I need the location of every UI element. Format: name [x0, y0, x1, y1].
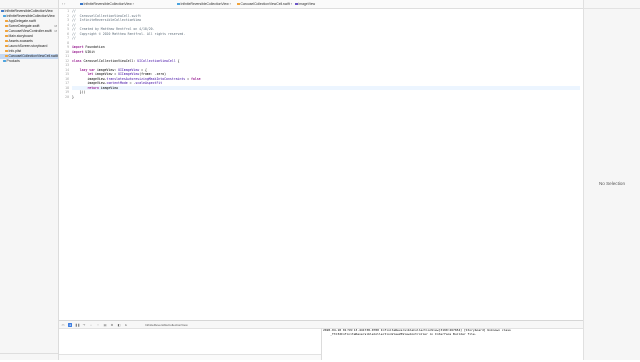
line-number: 20: [65, 94, 69, 99]
navigator-item-label: InfiniteReversibleCollectionView: [6, 14, 55, 18]
code-token: //: [72, 22, 76, 27]
swift-file-icon: [5, 29, 8, 33]
code-token: contentMode: [106, 81, 128, 85]
code-token: imageView:: [95, 67, 119, 72]
source-editor[interactable]: 1 2 3 4 5 6 7 8 9 10 11 12 13 14 15 16 17 18 19 20 //// Car…: [59, 9, 583, 320]
environment-overrides-icon[interactable]: ◧: [117, 323, 121, 327]
code-token: imageView.: [72, 76, 107, 81]
code-token: //: [72, 36, 76, 40]
code-token: UIImageView: [118, 72, 140, 76]
code-token: }(): [72, 90, 86, 94]
code-token: UIImageView: [118, 67, 140, 72]
variables-filter-bar[interactable]: [59, 354, 321, 360]
breakpoints-toggle-icon[interactable]: ➔: [68, 322, 72, 327]
step-in-icon[interactable]: ↓: [89, 323, 93, 327]
step-out-icon[interactable]: ↑: [96, 323, 100, 327]
code-token: // InfiniteReversibleCollectionView: [72, 18, 142, 22]
swift-file-icon: [5, 54, 8, 58]
pause-icon[interactable]: ❚❚: [75, 323, 80, 327]
code-token: // CarouselCollectionViewCell.swift: [72, 13, 142, 18]
code-token: UIKit: [83, 49, 96, 54]
code-token: return: [87, 85, 99, 90]
inspector-pane: No Selection: [584, 0, 640, 360]
code-token: UICollectionViewCell: [137, 58, 176, 63]
navigator-item-label: Main.storyboard: [8, 34, 33, 38]
code-line[interactable]: }: [72, 95, 580, 100]
navigator-item-label: Assets.xcassets: [8, 39, 33, 43]
breadcrumb-label: InfiniteReversibleCollectionView ›: [180, 2, 231, 6]
memory-graph-icon[interactable]: ⚙: [110, 323, 114, 327]
debug-target-label: InfiniteReversibleCollectionView: [145, 322, 188, 327]
navigator-item-label: CarouselCollectionViewCell.swift: [8, 54, 58, 58]
inspector-toolbar: [584, 0, 640, 9]
property-icon: [295, 2, 298, 6]
code-token: scaleAspectFit: [135, 81, 163, 85]
navigator-file-list: InfiniteReversibleCollectionView Infinite…: [0, 9, 58, 64]
step-over-icon[interactable]: ↷: [82, 323, 86, 327]
project-icon: [80, 2, 83, 6]
no-selection-label: No Selection: [598, 181, 626, 186]
code-token: Foundation: [83, 45, 105, 49]
view-hierarchy-icon[interactable]: ▤: [103, 323, 107, 327]
code-token: (frame: .zero): [139, 72, 167, 76]
navigator-item-label: Products: [6, 59, 20, 63]
project-navigator: InfiniteReversibleCollectionView Infinite…: [0, 0, 59, 360]
navigator-item-label: CarouselViewController.swift: [8, 29, 52, 33]
code-token: CarouselCollectionViewCell:: [81, 58, 138, 63]
storyboard-icon: [5, 44, 8, 48]
code-token: }: [72, 94, 74, 99]
navigator-item-label: Info.plist: [8, 49, 22, 53]
swift-file-icon: [5, 19, 8, 23]
code-token: {: [175, 58, 180, 63]
navigator-item-label: AppDelegate.swift: [8, 19, 36, 23]
breadcrumb-item[interactable]: CarouselCollectionViewCell.swift ›: [237, 2, 292, 6]
code-token: imageView: [98, 85, 119, 90]
code-area[interactable]: //// CarouselCollectionViewCell.swift// …: [72, 9, 580, 99]
code-token: translatesAutoresizingMaskIntoConstraint…: [106, 76, 186, 81]
code-token: class: [72, 58, 82, 63]
variables-view[interactable]: [59, 328, 322, 360]
code-token: false: [191, 76, 201, 81]
code-token: //: [72, 9, 76, 13]
code-token: = {: [139, 67, 147, 72]
swift-file-icon: [237, 2, 240, 6]
storyboard-icon: [5, 34, 8, 38]
code-token: imageView.: [72, 81, 107, 85]
swift-file-icon: [5, 24, 8, 28]
plist-icon: [5, 49, 8, 53]
breadcrumb-label: CarouselCollectionViewCell.swift ›: [240, 2, 292, 6]
line-number-gutter: 1 2 3 4 5 6 7 8 9 10 11 12 13 14 15 16 17 18 19 20: [59, 9, 70, 320]
navigator-item[interactable]: Products: [0, 59, 58, 64]
code-token: // Copyright © 2020 Matthew Rentfrol. Al…: [72, 31, 186, 36]
code-token: import: [72, 49, 84, 54]
folder-icon: [177, 2, 180, 6]
code-token: import: [72, 45, 84, 49]
navigator-item-label: SceneDelegate.swift: [8, 24, 40, 28]
editor-jump-bar: ‹ › InfiniteReversibleCollectionView › In…: [59, 0, 583, 9]
breadcrumb-item[interactable]: InfiniteReversibleCollectionView ›: [177, 2, 231, 6]
navigator-toolbar: [0, 0, 58, 9]
breadcrumb-label: InfiniteReversibleCollectionView ›: [83, 2, 134, 6]
project-icon: [1, 9, 4, 13]
code-token: imageView =: [93, 72, 119, 76]
navigator-item-label: InfiniteReversibleCollectionView: [4, 9, 53, 13]
folder-icon: [3, 14, 6, 18]
breadcrumb-label: imageView: [298, 2, 316, 6]
back-forward-arrows-icon[interactable]: ‹ ›: [62, 2, 65, 6]
console-output[interactable]: 2020-04-18 01:59:13.441738-0700 Infinite…: [322, 328, 585, 362]
navigator-item-label: LaunchScreen.storyboard: [8, 44, 48, 48]
navigator-filter-bar[interactable]: [0, 353, 58, 360]
code-token: lazy var: [79, 67, 96, 72]
code-token: // Created by Matthew Rentfrol on 4/18/2…: [72, 27, 155, 31]
assets-icon: [5, 39, 8, 43]
folder-icon: [3, 59, 6, 63]
breadcrumb-item[interactable]: imageView: [295, 2, 315, 6]
breadcrumb-item[interactable]: InfiniteReversibleCollectionView ›: [80, 2, 134, 6]
hide-debug-area-icon[interactable]: ▭: [61, 323, 65, 327]
simulate-location-icon[interactable]: ➤: [124, 323, 128, 327]
